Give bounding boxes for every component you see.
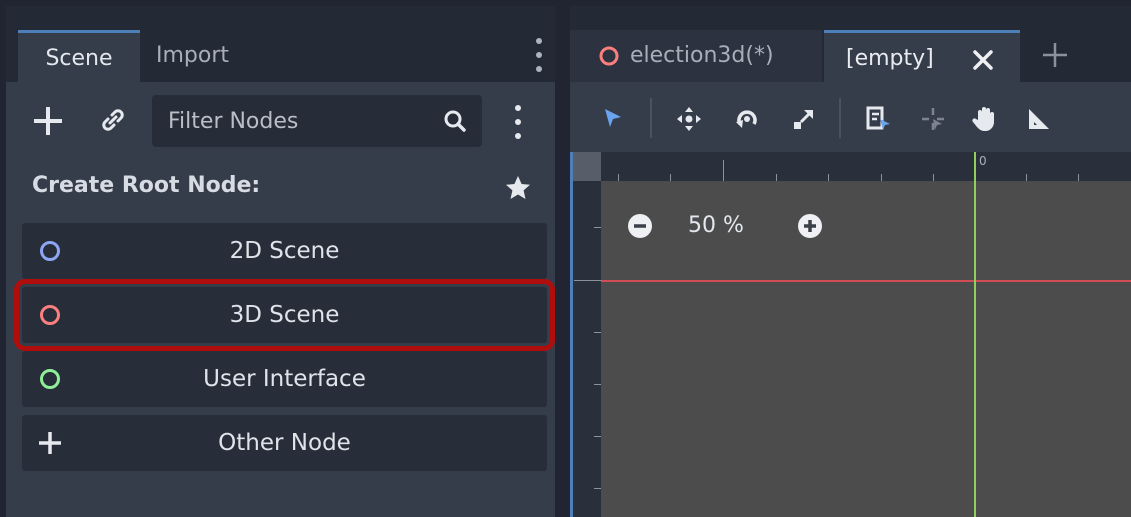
ruler-tick: [594, 384, 601, 385]
viewport-focus-border: [570, 152, 573, 517]
ruler-corner: [570, 152, 601, 181]
ruler-tick: [1078, 174, 1079, 181]
instance-scene-icon[interactable]: [99, 106, 127, 134]
scene-tabs-bar: election3d(*) [empty]: [570, 6, 1131, 82]
list-select-icon[interactable]: [863, 104, 893, 134]
ruler-tick: [776, 174, 777, 181]
x-axis-line: [601, 280, 1131, 282]
viewport-toolbar: [570, 82, 1131, 152]
ruler-tick: [670, 174, 671, 181]
ruler-tick: [1026, 174, 1027, 181]
close-tab-icon[interactable]: [971, 48, 995, 72]
favorites-star-icon[interactable]: [504, 174, 532, 202]
ruler-tick: [723, 160, 724, 181]
rotate-mode-icon[interactable]: [732, 104, 762, 134]
create-root-node-label: Create Root Node:: [32, 173, 261, 198]
toolbar-separator: [839, 98, 841, 138]
scene-dock-tabbar: Scene Import: [6, 6, 555, 82]
scene-options-icon[interactable]: [514, 105, 522, 139]
pivot-mode-icon[interactable]: [918, 104, 948, 134]
ruler-tick: [594, 227, 601, 228]
scene-tab-label: election3d(*): [630, 43, 774, 68]
tab-scene[interactable]: Scene: [18, 30, 140, 82]
root-node-other-node-button[interactable]: Other Node: [22, 415, 547, 471]
move-mode-icon[interactable]: [674, 104, 704, 134]
select-mode-icon[interactable]: [598, 104, 628, 134]
root-node-user-interface-button[interactable]: User Interface: [22, 351, 547, 407]
root-node-label: Other Node: [218, 430, 351, 456]
ruler-origin-label: 0: [979, 154, 987, 168]
toolbar-separator: [650, 98, 652, 138]
ruler-tick: [594, 332, 601, 333]
zoom-out-icon[interactable]: [626, 212, 654, 240]
ruler-tick: [594, 436, 601, 437]
scene-toolbar: [6, 82, 555, 156]
filter-nodes-input[interactable]: [152, 95, 432, 147]
pan-mode-icon[interactable]: [970, 104, 1000, 134]
ruler-tick: [574, 280, 601, 281]
new-tab-icon[interactable]: [1041, 41, 1069, 69]
scene-tab-label: [empty]: [846, 46, 934, 71]
root-node-label: 3D Scene: [229, 302, 340, 328]
ruler-tick: [881, 174, 882, 181]
main-editor: election3d(*) [empty] 0 50 %: [570, 6, 1131, 517]
zoom-in-icon[interactable]: [796, 212, 824, 240]
filter-nodes-box: [152, 95, 482, 147]
scene-dock: Scene Import Create Root Node:: [6, 6, 555, 517]
scale-mode-icon[interactable]: [789, 104, 819, 134]
zoom-level-label[interactable]: 50 %: [688, 212, 744, 240]
scene-tab-empty[interactable]: [empty]: [824, 30, 1020, 82]
search-icon: [444, 110, 466, 132]
vertical-ruler[interactable]: [570, 181, 601, 517]
ruler-tick: [618, 174, 619, 181]
root-node-label: 2D Scene: [229, 238, 340, 264]
ruler-tick: [828, 174, 829, 181]
dock-menu-icon[interactable]: [535, 38, 543, 72]
canvas-viewport[interactable]: 0 50 %: [570, 152, 1131, 517]
tab-import[interactable]: Import: [156, 30, 266, 82]
node3d-icon: [599, 46, 619, 66]
ruler-tick: [594, 488, 601, 489]
y-axis-line: [974, 152, 976, 517]
add-node-icon[interactable]: [34, 107, 62, 135]
horizontal-ruler[interactable]: [601, 152, 1131, 181]
scene-tab-election3d[interactable]: election3d(*): [570, 30, 822, 82]
root-node-3d-scene-button[interactable]: 3D Scene: [14, 279, 555, 351]
ruler-mode-icon[interactable]: [1024, 104, 1054, 134]
root-node-label: User Interface: [203, 366, 366, 392]
ruler-tick: [933, 174, 934, 181]
root-node-2d-scene-button[interactable]: 2D Scene: [22, 223, 547, 279]
